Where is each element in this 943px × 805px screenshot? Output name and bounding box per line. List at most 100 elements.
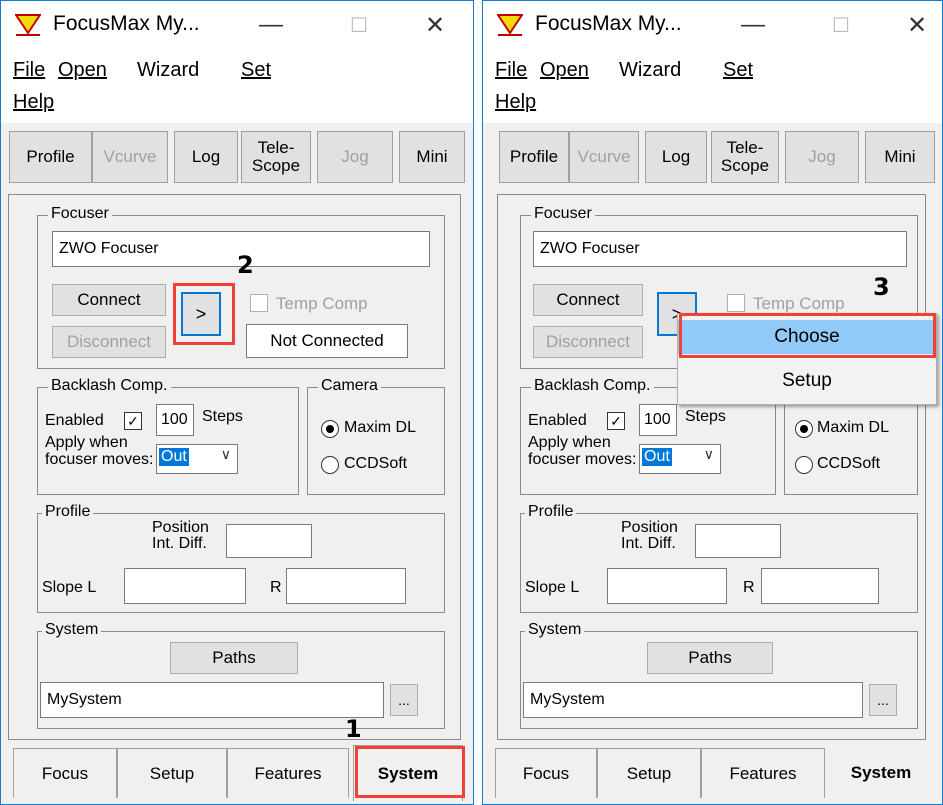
tab-focus[interactable]: Focus (13, 748, 117, 798)
temp-comp-checkbox[interactable] (727, 294, 745, 312)
left-window: FocusMax My... — ☐ ✕ File Open Wizard Se… (0, 0, 474, 805)
menu-help-label: Help (495, 91, 537, 113)
backlash-enabled-checkbox[interactable]: ✓ (607, 412, 625, 430)
tab-system[interactable]: System (827, 745, 935, 801)
menu-open-label: Open (58, 59, 107, 81)
tab-system[interactable]: System (353, 745, 463, 801)
vcurve-button[interactable]: Vcurve (569, 131, 639, 183)
system-name-field[interactable]: MySystem (523, 682, 863, 718)
tab-bar: Focus Setup Features System (1, 745, 473, 804)
backlash-enabled-label: Enabled (528, 412, 587, 429)
menu-wizard[interactable]: Wizard (137, 59, 199, 82)
menu-file[interactable]: File (13, 59, 45, 82)
toolbar: Profile Vcurve Log Tele- Scope Jog Mini (491, 131, 935, 187)
camera-group: Camera Maxim DL CCDSoft (307, 377, 445, 495)
system-group-label: System (42, 621, 102, 639)
telescope-button[interactable]: Tele- Scope (711, 131, 779, 183)
step-3-annotation: 3 (873, 273, 890, 301)
system-name-field[interactable]: MySystem (40, 682, 384, 718)
menu-open[interactable]: Open (540, 59, 589, 82)
browse-button[interactable]: ... (390, 684, 418, 716)
vcurve-button[interactable]: Vcurve (92, 131, 168, 183)
menu-file-label: File (495, 59, 528, 81)
tab-features[interactable]: Features (701, 748, 825, 798)
disconnect-button[interactable]: Disconnect (533, 326, 643, 358)
menu-help[interactable]: Help (495, 91, 536, 114)
backlash-group-label: Backlash Comp. (531, 377, 654, 395)
apply-when-label-1: Apply when (45, 434, 128, 451)
slope-r-field[interactable] (286, 568, 406, 604)
menu-open[interactable]: Open (58, 59, 107, 82)
backlash-steps-field[interactable]: 100 (639, 404, 677, 436)
position-diff-field[interactable] (226, 524, 312, 558)
maximize-button[interactable]: ☐ (821, 7, 861, 43)
apply-when-label-1: Apply when (528, 434, 611, 451)
close-button[interactable]: ✕ (415, 7, 455, 43)
disconnect-button[interactable]: Disconnect (52, 326, 166, 358)
browse-button[interactable]: ... (869, 684, 897, 716)
telescope-button[interactable]: Tele- Scope (241, 131, 311, 183)
minimize-button[interactable]: — (251, 7, 291, 43)
connect-button[interactable]: Connect (52, 284, 166, 316)
backlash-direction-select[interactable]: Out ∨ (156, 444, 238, 474)
menu-setup[interactable]: Setup (678, 364, 936, 398)
close-button[interactable]: ✕ (897, 7, 937, 43)
position-diff-field[interactable] (695, 524, 781, 558)
focuser-chooser-button[interactable]: > (181, 292, 221, 336)
profile-button[interactable]: Profile (9, 131, 92, 183)
window-title: FocusMax My... (53, 12, 200, 35)
chevron-down-icon: ∨ (703, 446, 714, 462)
menu-file[interactable]: File (495, 59, 527, 82)
paths-button[interactable]: Paths (170, 642, 298, 674)
chooser-context-menu: Choose Setup (677, 313, 937, 405)
slope-l-label: Slope L (42, 579, 97, 596)
jog-button[interactable]: Jog (785, 131, 859, 183)
menu-set-label: Set (723, 59, 754, 81)
log-button[interactable]: Log (174, 131, 238, 183)
maxim-dl-radio[interactable] (795, 420, 813, 438)
menu-wizard[interactable]: Wizard (619, 59, 681, 82)
menu-help[interactable]: Help (13, 91, 54, 114)
maxim-dl-radio[interactable] (321, 420, 339, 438)
menu-set[interactable]: Set (723, 59, 753, 82)
backlash-direction-value: Out (159, 448, 189, 466)
tab-features[interactable]: Features (227, 748, 349, 798)
backlash-direction-select[interactable]: Out ∨ (639, 444, 721, 474)
paths-button[interactable]: Paths (647, 642, 773, 674)
tab-focus[interactable]: Focus (495, 748, 597, 798)
ccdsoft-radio[interactable] (321, 456, 339, 474)
focuser-name-field[interactable]: ZWO Focuser (533, 231, 907, 267)
maximize-button[interactable]: ☐ (339, 7, 379, 43)
telescope-label-1: Tele- (726, 138, 764, 157)
minimize-button[interactable]: — (733, 7, 773, 43)
mini-button[interactable]: Mini (399, 131, 465, 183)
toolbar: Profile Vcurve Log Tele- Scope Jog Mini (9, 131, 465, 187)
connect-button[interactable]: Connect (533, 284, 643, 316)
menu-bar: File Open Wizard Set Help (1, 47, 473, 123)
telescope-label-1: Tele- (257, 138, 295, 157)
log-button[interactable]: Log (645, 131, 707, 183)
temp-comp-label: Temp Comp (753, 294, 845, 313)
focusmax-app-icon (15, 14, 41, 36)
menu-choose[interactable]: Choose (678, 320, 936, 354)
profile-button[interactable]: Profile (499, 131, 569, 183)
step-1-annotation: 1 (345, 715, 362, 743)
temp-comp-checkbox[interactable] (250, 294, 268, 312)
tab-setup[interactable]: Setup (117, 748, 227, 798)
position-label-2: Int. Diff. (152, 535, 207, 552)
position-label-2: Int. Diff. (621, 535, 676, 552)
ccdsoft-radio[interactable] (795, 456, 813, 474)
backlash-steps-field[interactable]: 100 (156, 404, 194, 436)
backlash-enabled-checkbox[interactable]: ✓ (124, 412, 142, 430)
tab-setup[interactable]: Setup (597, 748, 701, 798)
menu-set[interactable]: Set (241, 59, 271, 82)
mini-button[interactable]: Mini (865, 131, 935, 183)
focusmax-app-icon (497, 14, 523, 36)
slope-l-field[interactable] (124, 568, 246, 604)
slope-r-field[interactable] (761, 568, 879, 604)
position-label-1: Position (152, 519, 209, 536)
jog-button[interactable]: Jog (317, 131, 393, 183)
profile-group-label: Profile (42, 503, 94, 521)
backlash-group: Backlash Comp. Enabled ✓ 100 Steps Apply… (37, 377, 299, 495)
slope-l-field[interactable] (607, 568, 727, 604)
